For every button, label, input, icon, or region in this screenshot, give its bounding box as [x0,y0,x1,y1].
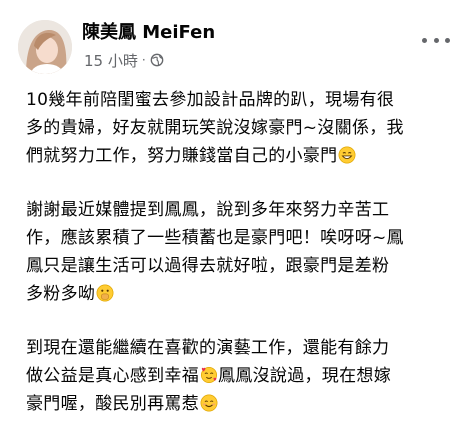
text-line-with-emoji: 豪門喔，酸民別再罵惹 [26,390,466,418]
avatar-photo [18,20,72,74]
author-name[interactable]: 陳美鳳 MeiFen [82,20,215,46]
text-line-with-emoji: 做公益是真心感到幸福 鳳鳳沒說過，現在想嫁 [26,362,466,390]
grinning-face-emoji [338,146,356,164]
avatar[interactable] [18,20,72,74]
post-timestamp[interactable]: 15 小時 [84,50,138,71]
globe-icon[interactable] [150,53,164,67]
post-paragraph: 謝謝最近媒體提到鳳鳳，說到多年來努力辛苦工 作，應該累積了一些積蓄也是豪門吧！唉… [26,196,466,308]
text-line-with-emoji: 多粉多呦 [26,280,466,308]
text-line-with-emoji: 們就努力工作，努力賺錢當自己的小豪門 [26,142,466,170]
text-line: 豪門喔，酸民別再罵惹 [26,394,199,414]
post-header: 陳美鳳 MeiFen 15 小時 · [18,16,458,76]
post-text: 10幾年前陪閨蜜去參加設計品牌的趴，現場有很 多的貴婦，好友就開玩笑說沒嫁豪門~… [26,86,466,444]
smiling-face-with-hearts-emoji [200,366,218,384]
text-line: 10幾年前陪閨蜜去參加設計品牌的趴，現場有很 [26,90,395,110]
text-line: 謝謝最近媒體提到鳳鳳，說到多年來努力辛苦工 [26,200,390,220]
face-with-hand-over-mouth-emoji [96,284,114,302]
post-paragraph: 10幾年前陪閨蜜去參加設計品牌的趴，現場有很 多的貴婦，好友就開玩笑說沒嫁豪門~… [26,86,466,170]
post-paragraph: 到現在還能繼續在喜歡的演藝工作，還能有餘力 做公益是真心感到幸福 鳳鳳沒說過，現… [26,334,466,418]
text-line: 作，應該累積了一些積蓄也是豪門吧！唉呀呀~鳳 [26,228,404,248]
text-line: 鳳只是讓生活可以過得去就好啦，跟豪門是差粉 [26,256,390,276]
meta-separator: · [141,53,146,67]
text-line: 多的貴婦，好友就開玩笑說沒嫁豪門~沒關係，我 [26,118,404,138]
more-options-icon[interactable] [422,30,450,50]
post-meta: 15 小時 · [84,50,164,70]
text-segment: 鳳鳳沒說過，現在想嫁 [218,366,391,386]
text-line: 們就努力工作，努力賺錢當自己的小豪門 [26,146,338,166]
text-line: 到現在還能繼續在喜歡的演藝工作，還能有餘力 [26,338,390,358]
smiling-face-emoji [200,394,218,412]
text-segment: 做公益是真心感到幸福 [26,366,199,386]
text-line: 多粉多呦 [26,284,96,304]
